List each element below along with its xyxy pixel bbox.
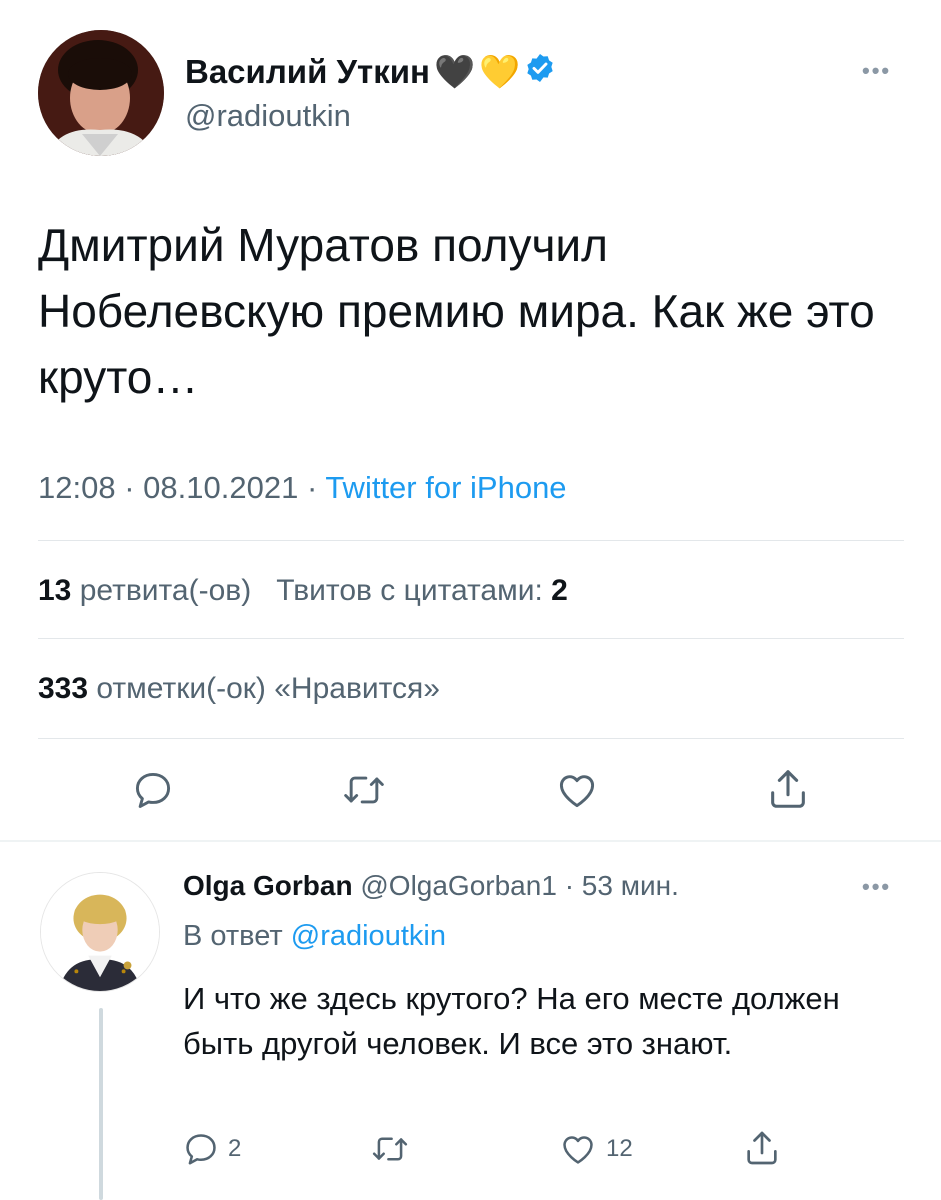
retweet-stats: 13 ретвита(-ов) Твитов с цитатами: 2 [38,574,568,608]
in-reply-prefix: В ответ [183,920,283,952]
reply-more-icon[interactable]: ••• [862,874,891,900]
tweet-date[interactable]: 08.10.2021 [143,470,298,505]
reply-icon [186,1134,216,1165]
retweets-link[interactable]: 13 ретвита(-ов) [38,574,251,607]
likes-link[interactable]: 333 отметки(-ок) «Нравится» [38,672,440,706]
thread-line [99,1008,103,1200]
share-icon [747,1131,777,1165]
reply-text: И что же здесь крутого? На его месте дол… [183,981,840,1061]
retweets-count: 13 [38,574,72,607]
retweet-icon [372,1137,408,1161]
tweet-source-link[interactable]: Twitter for iPhone [325,470,566,505]
divider [38,638,904,639]
reply-share-button[interactable] [742,1128,782,1168]
retweet-icon [344,776,384,804]
author-avatar[interactable] [38,30,164,156]
author-name-text[interactable]: Василий Уткин [185,53,430,91]
like-icon [559,775,595,808]
reply-author-name[interactable]: Olga Gorban [183,870,353,901]
quotes-link[interactable]: Твитов с цитатами: 2 [276,574,568,607]
section-divider [0,840,941,842]
meta-separator: · [124,470,135,505]
share-button[interactable] [765,766,811,812]
quotes-count: 2 [551,574,568,607]
author-handle[interactable]: @radioutkin [185,98,351,134]
reply-reply-button[interactable]: 2 [182,1130,241,1168]
divider [38,540,904,541]
retweet-button[interactable] [341,768,387,812]
share-icon [771,770,805,808]
reply-like-button[interactable]: 12 [558,1130,633,1168]
retweets-label: ретвита(-ов) [79,574,252,607]
quotes-label: Твитов с цитатами: [276,574,543,607]
reply-button[interactable] [131,768,175,812]
reply-count: 2 [228,1135,242,1162]
tweet-timestamp: 12:08 · 08.10.2021 · Twitter for iPhone [38,470,567,506]
reply-icon [135,772,171,808]
reply-time[interactable]: 53 мин. [582,870,679,901]
black-heart-icon: 🖤 [433,52,476,90]
yellow-heart-icon: 💛 [479,52,521,90]
in-reply-to: В ответ @radioutkin [183,920,446,953]
reply-header: Olga Gorban @OlgaGorban1 · 53 мин. [183,870,679,902]
in-reply-mention-link[interactable]: @radioutkin [291,920,446,952]
author-name[interactable]: Василий Уткин 🖤 💛 [185,52,556,92]
divider [38,738,904,739]
reply-author-avatar[interactable] [40,872,160,992]
tweet-text: Дмитрий Муратов получил Нобелевскую прем… [38,219,875,403]
reply-retweet-button[interactable] [370,1130,410,1168]
like-button[interactable] [554,768,600,812]
tweet-time[interactable]: 12:08 [38,470,116,505]
meta-separator: · [306,470,318,505]
like-count: 12 [606,1135,633,1162]
likes-label: отметки(-ок) «Нравится» [96,672,440,705]
meta-separator: · [564,870,575,901]
more-icon[interactable]: ••• [862,58,891,84]
verified-badge-icon [524,52,556,92]
like-icon [563,1136,593,1164]
likes-count: 333 [38,672,89,705]
reply-author-handle[interactable]: @OlgaGorban1 [360,870,557,901]
